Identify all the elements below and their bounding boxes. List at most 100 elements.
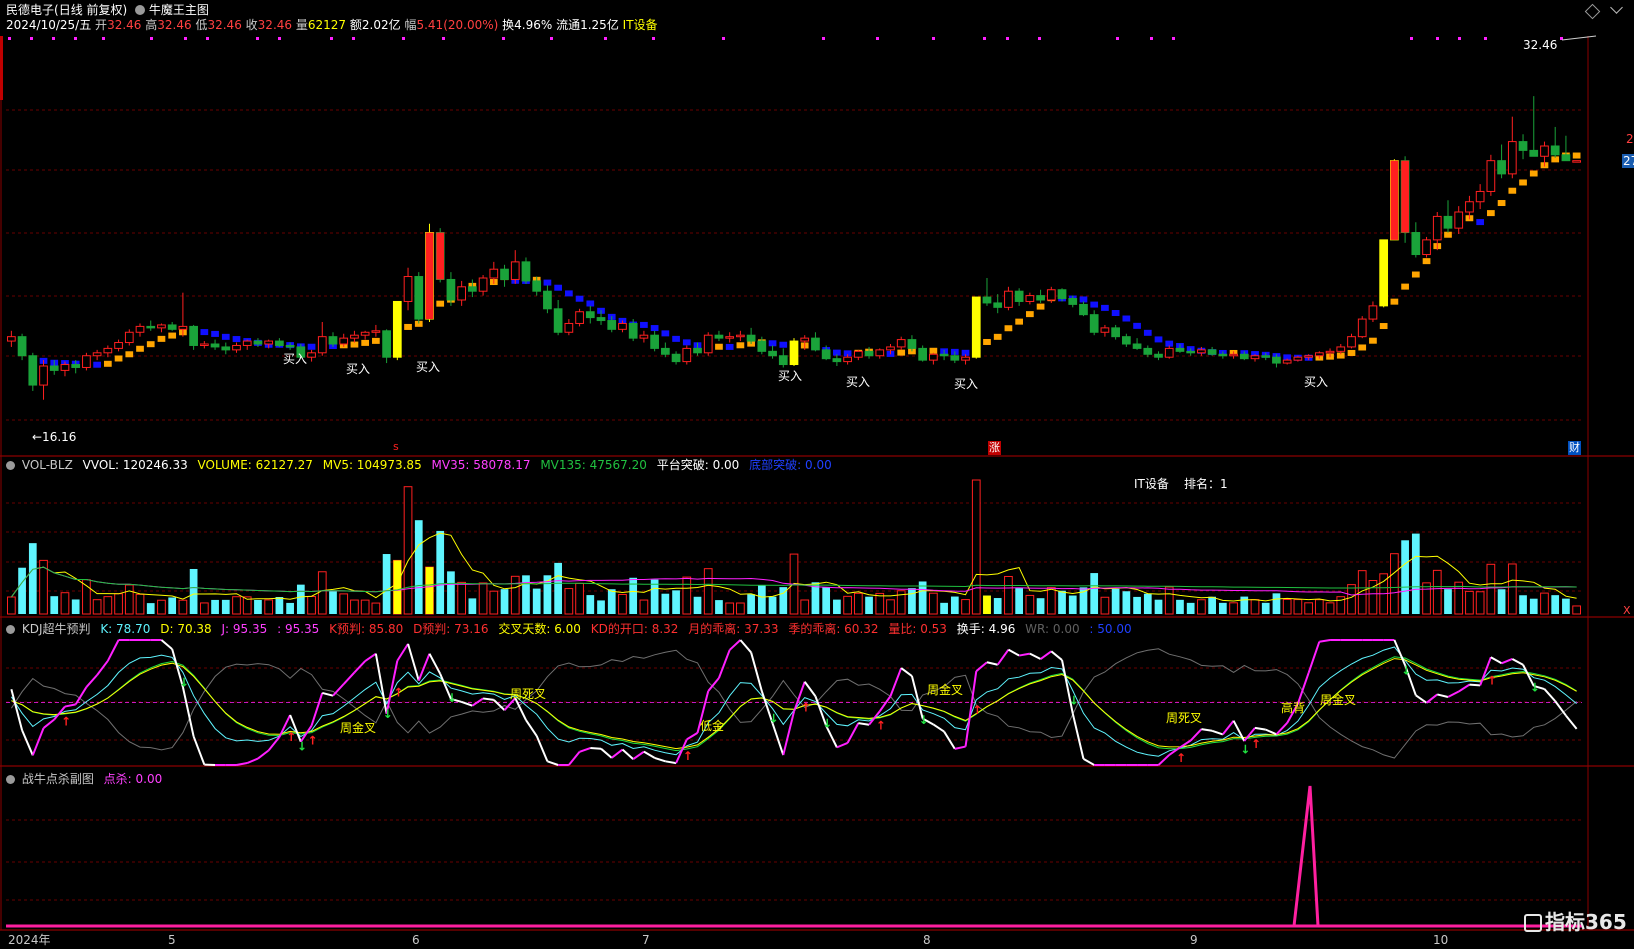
j-line-segment	[771, 723, 785, 756]
volume-bar	[672, 590, 680, 614]
trend-block	[1154, 336, 1163, 343]
j-line-segment	[686, 732, 699, 741]
j-line-segment	[579, 747, 591, 753]
right-axis-price-tag: 27	[1622, 154, 1634, 168]
kdj-signal-label: 低金	[700, 718, 724, 733]
volume-bar	[886, 599, 895, 615]
candle-body	[1197, 349, 1206, 354]
buy-signal-label: 买入	[1304, 375, 1328, 389]
volume-bar	[693, 596, 702, 614]
volume-bar	[1004, 575, 1013, 615]
candle-body	[682, 347, 692, 363]
trend-block	[1369, 337, 1377, 344]
kdj-indicator-name[interactable]: KDJ超牛预判	[22, 622, 91, 636]
j-line-segment	[1082, 757, 1095, 766]
j-line-segment	[1222, 720, 1235, 736]
candle-body	[618, 322, 627, 330]
candle-body	[510, 261, 520, 280]
mv5-value: MV5: 104973.85	[322, 458, 422, 472]
candle-body	[382, 330, 391, 358]
candle-body	[232, 344, 241, 351]
candle-body	[768, 350, 777, 357]
j2-value: : 95.35	[277, 622, 320, 636]
candle-body	[392, 300, 402, 358]
kill-indicator-icon[interactable]	[6, 775, 15, 784]
last-value: : 50.00	[1089, 622, 1132, 636]
volume-bar	[403, 486, 413, 615]
volume-bar	[468, 598, 477, 614]
volume-bar	[800, 599, 810, 615]
trend-block	[1111, 310, 1120, 317]
j-value: J: 95.35	[221, 622, 268, 636]
candle-body	[607, 320, 617, 330]
signal-dot	[150, 37, 153, 40]
candle-body	[414, 276, 424, 320]
candlestick-chart[interactable]: 买入买入 买入买入 买入 买入 买入↑↓↑↓ ↑↓↑ ↓↑↓↑↓ ↑ ↓↑↓↑↓ ↑↓↑↓周金叉周…	[0, 0, 1634, 949]
volume-bar	[296, 584, 305, 614]
volume-bar	[1497, 589, 1506, 614]
j-line-segment	[267, 736, 281, 752]
volume-bar	[1272, 593, 1281, 614]
volume-bar	[1111, 588, 1120, 614]
volume-value: VOLUME: 62127.27	[197, 458, 313, 472]
volume-bar	[146, 603, 155, 614]
vol-indicator-icon[interactable]	[6, 461, 15, 470]
j-line-segment	[1201, 728, 1213, 732]
volume-bar	[478, 582, 488, 615]
candle-body	[1272, 356, 1281, 364]
candle-body	[135, 325, 145, 333]
vol-legend: VOL-BLZ VVOL: 120246.33 VOLUME: 62127.27…	[6, 458, 838, 472]
j-line-segment	[611, 748, 624, 759]
vol-indicator-name[interactable]: VOL-BLZ	[22, 458, 73, 472]
j-line-segment	[1490, 656, 1503, 665]
volume-bar	[60, 592, 70, 615]
volume-bar	[961, 599, 970, 615]
kill-indicator-name[interactable]: 战牛点杀副图	[22, 772, 94, 786]
volume-bar	[1486, 563, 1496, 615]
candle-body	[1379, 239, 1389, 307]
j-line-segment	[342, 671, 356, 685]
x-label-jul: 7	[642, 933, 650, 947]
candle-body	[1079, 303, 1088, 316]
trend-block	[897, 349, 906, 356]
volume-bar	[1304, 602, 1313, 615]
kdj-up-arrow: ↑	[61, 714, 71, 728]
kdj-indicator-icon[interactable]	[6, 625, 15, 634]
volume-bar	[1507, 563, 1517, 615]
trend-block	[768, 340, 777, 347]
candle-body	[285, 344, 295, 348]
volume-bar	[650, 579, 659, 614]
marker-finance: 财	[1568, 441, 1581, 455]
vol-x-mark: X	[1623, 604, 1631, 617]
volume-bar	[1529, 598, 1538, 614]
trend-block	[1101, 304, 1109, 311]
trend-block	[736, 342, 745, 349]
signal-dot	[402, 37, 405, 40]
j-line-segment	[1007, 648, 1020, 657]
trend-block	[983, 338, 991, 345]
j-line-segment	[1296, 672, 1310, 705]
j-line-segment	[718, 649, 731, 679]
kdj-up-arrow: ↑	[1176, 751, 1186, 765]
right-axis-tick: 2	[1626, 132, 1634, 146]
j-line-segment	[310, 692, 324, 727]
trend-block	[1390, 298, 1399, 305]
month-bias-value: 月的乖离: 37.33	[688, 622, 779, 636]
candle-body	[864, 350, 874, 357]
j-line-segment	[1437, 693, 1449, 698]
candle-body	[660, 347, 670, 355]
kdj-up-arrow: ↑	[286, 730, 296, 744]
candle-body	[853, 350, 863, 358]
kdj-up-arrow: ↑	[393, 686, 403, 700]
volume-bar	[1176, 599, 1184, 614]
volume-bar-highlight	[425, 567, 434, 614]
candle-body	[553, 308, 563, 333]
volume-bar	[1519, 595, 1527, 614]
signal-dot	[278, 37, 281, 40]
kdj-down-arrow: ↓	[297, 740, 307, 754]
volume-bar	[103, 596, 113, 615]
signal-dot	[1038, 37, 1041, 40]
candle-body	[639, 334, 649, 339]
volume-bar	[1465, 590, 1474, 615]
j-line-segment	[332, 683, 345, 697]
